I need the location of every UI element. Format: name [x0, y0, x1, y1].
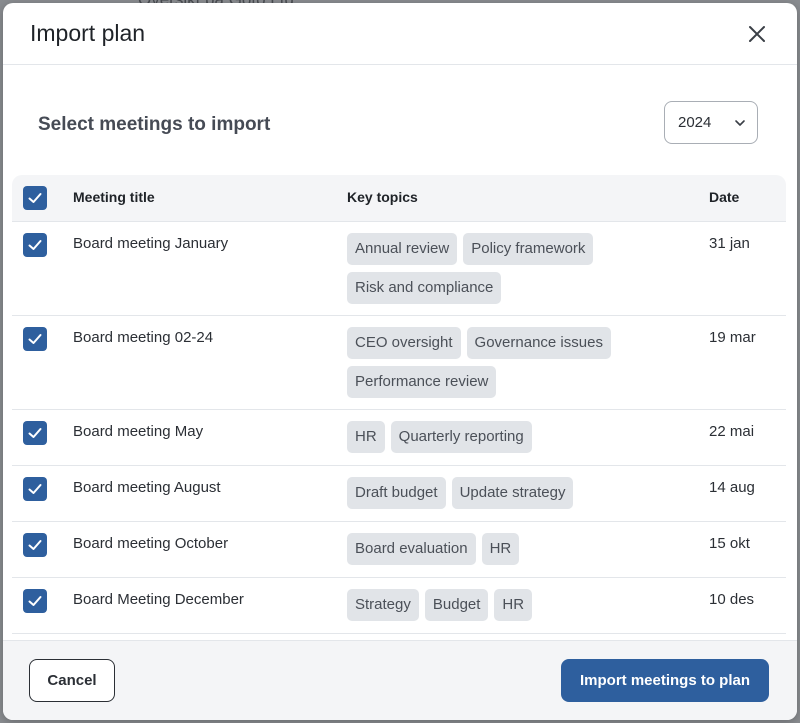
- checkmark-icon: [28, 240, 42, 250]
- checkmark-icon: [28, 540, 42, 550]
- column-header-title: Meeting title: [73, 189, 155, 205]
- key-topics: Draft budget Update strategy: [347, 477, 687, 509]
- meeting-title: Board meeting January: [73, 235, 229, 252]
- close-icon: [749, 26, 765, 42]
- checkmark-icon: [28, 428, 42, 438]
- topic-tag: Update strategy: [451, 477, 574, 509]
- row-checkbox[interactable]: [23, 327, 47, 351]
- key-topics: CEO oversight Governance issues Performanc…: [347, 327, 687, 398]
- checkmark-icon: [28, 596, 42, 606]
- import-meetings-button[interactable]: Import meetings to plan: [561, 659, 769, 702]
- key-topics: HR Quarterly reporting: [347, 421, 687, 453]
- topic-tag: Strategy: [347, 589, 419, 621]
- table-header: Meeting title Key topics Date: [12, 175, 786, 222]
- column-header-topics: Key topics: [347, 189, 418, 205]
- key-topics: Annual review Policy framework Risk and co…: [347, 233, 687, 304]
- topic-tag: Risk and compliance: [347, 272, 502, 304]
- meeting-title: Board meeting May: [73, 423, 204, 440]
- meetings-table: Meeting title Key topics Date Board meet…: [12, 175, 786, 644]
- dialog-body: Select meetings to import 2024 Meeting t…: [3, 65, 797, 641]
- topic-tag: HR: [494, 589, 533, 621]
- topic-tag: Performance review: [347, 366, 497, 398]
- year-select[interactable]: 2024: [664, 101, 758, 144]
- cancel-button[interactable]: Cancel: [29, 659, 115, 702]
- table-row: Board meeting January Annual review Policy…: [12, 222, 786, 316]
- checkmark-icon: [28, 484, 42, 494]
- meeting-title: Board Meeting December: [73, 591, 244, 608]
- row-checkbox[interactable]: [23, 589, 47, 613]
- close-button[interactable]: [745, 22, 769, 46]
- meeting-title: Board meeting August: [73, 479, 221, 496]
- meeting-title: Board meeting 02-24: [73, 329, 214, 346]
- import-plan-dialog: Import plan Select meetings to import 20…: [3, 3, 797, 720]
- row-checkbox[interactable]: [23, 233, 47, 257]
- checkmark-icon: [28, 334, 42, 344]
- topic-tag: Policy framework: [463, 233, 594, 265]
- topic-tag: Budget: [424, 589, 489, 621]
- table-row: Board meeting October Board evaluation HR 1…: [12, 522, 786, 578]
- table-row: Board meeting 02-24 CEO oversight Governan…: [12, 316, 786, 410]
- table-row: Board meeting May HR Quarterly reporting 22…: [12, 410, 786, 466]
- dialog-title: Import plan: [30, 20, 146, 46]
- topic-tag: HR: [347, 421, 385, 453]
- row-checkbox[interactable]: [23, 421, 47, 445]
- select-all-checkbox[interactable]: [23, 186, 47, 210]
- chevron-down-icon: [735, 120, 745, 126]
- topic-tag: Quarterly reporting: [390, 421, 532, 453]
- topic-tag: Draft budget: [347, 477, 446, 509]
- dialog-header: Import plan: [3, 3, 797, 65]
- table-row: Board Meeting December Strategy Budget HR 10…: [12, 578, 786, 634]
- column-header-date: Date: [709, 189, 740, 205]
- section-title: Select meetings to import: [38, 114, 271, 135]
- row-checkbox[interactable]: [23, 533, 47, 557]
- table-row: Board meeting August Draft budget Update s…: [12, 466, 786, 522]
- topic-tag: Governance issues: [466, 327, 611, 359]
- year-select-value: 2024: [678, 114, 712, 131]
- meeting-date: 10 des: [709, 591, 755, 608]
- meeting-date: 15 okt: [709, 535, 750, 552]
- topic-tag: Annual review: [347, 233, 458, 265]
- dialog-footer: Cancel Import meetings to plan: [3, 640, 797, 720]
- meeting-date: 31 jan: [709, 235, 750, 252]
- meeting-date: 19 mar: [709, 329, 756, 346]
- row-checkbox[interactable]: [23, 477, 47, 501]
- topic-tag: Board evaluation: [347, 533, 476, 565]
- key-topics: Board evaluation HR: [347, 533, 687, 565]
- meeting-date: 14 aug: [709, 479, 755, 496]
- checkmark-icon: [28, 193, 42, 203]
- meeting-date: 22 mai: [709, 423, 755, 440]
- key-topics: Strategy Budget HR: [347, 589, 687, 621]
- topic-tag: CEO oversight: [347, 327, 461, 359]
- meeting-title: Board meeting October: [73, 535, 229, 552]
- topic-tag: HR: [481, 533, 520, 565]
